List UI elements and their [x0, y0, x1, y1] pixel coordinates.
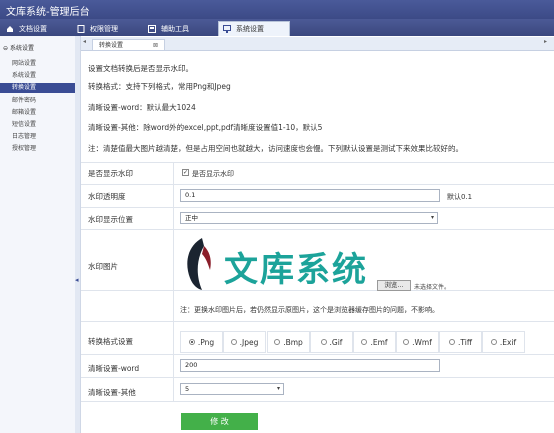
format-option[interactable]: .Gif [310, 331, 353, 353]
note-text: 设置文档转换后是否显示水印。 [88, 64, 193, 73]
tab-tools[interactable]: 辅助工具 [148, 21, 208, 36]
scroll-right-icon[interactable]: ▸ [544, 38, 547, 45]
sidebar-heading: ⊖ 系统设置 [3, 45, 34, 52]
divider [81, 207, 554, 208]
format-option-label: .Png [197, 337, 215, 347]
position-select[interactable]: 正中 ▾ [180, 212, 438, 224]
home-icon [6, 25, 14, 33]
other-select[interactable]: 5 ▾ [180, 383, 284, 395]
sidebar-item[interactable]: 日志管理 [0, 132, 75, 142]
radio-icon[interactable] [449, 339, 455, 345]
format-option[interactable]: .Bmp [267, 331, 310, 353]
format-option[interactable]: .Wmf [396, 331, 439, 353]
format-option-label: .Tiff [458, 337, 472, 347]
other-value: 5 [185, 385, 190, 393]
sidebar-item[interactable]: 短信设置 [0, 120, 75, 130]
divider [81, 162, 554, 163]
top-nav: 文档设置 权限管理 辅助工具 系统设置 [0, 19, 554, 36]
monitor-icon [223, 25, 231, 33]
tab-system-settings[interactable]: 系统设置 [218, 21, 290, 36]
tab-label: 辅助工具 [161, 24, 189, 33]
sidebar-item[interactable]: 授权管理 [0, 144, 75, 154]
sidebar: ⊖ 系统设置 网站设置 系统设置 转换设置 邮件密码 邮箱设置 短信设置 日志管… [0, 36, 76, 433]
file-status: 未选择文件。 [414, 284, 451, 291]
note-text: 注：清楚值最大图片越清楚，但是占用空间也就越大，访问速度也会慢。下列默认设置是测… [88, 144, 463, 153]
format-label: 转换格式设置 [88, 337, 133, 346]
page-tab-label: 转换设置 [99, 42, 124, 49]
app-title: 文库系统-管理后台 [6, 7, 90, 18]
format-option-label: .Gif [329, 337, 343, 347]
tab-label: 权限管理 [90, 24, 118, 33]
document-icon [77, 24, 85, 33]
radio-icon[interactable] [320, 339, 327, 345]
opacity-hint: 默认0.1 [447, 193, 473, 201]
tab-documents[interactable]: 文档设置 [6, 21, 66, 36]
close-icon[interactable]: ⊠ [153, 40, 158, 51]
tool-icon [148, 24, 156, 33]
format-option-label: .Jpeg [239, 337, 259, 347]
note-text: 清晰设置-word：默认最大1024 [88, 103, 196, 112]
divider [81, 377, 554, 378]
note-text: 清晰设置-其他：除word外的excel,ppt,pdf清晰度设置值1-10，默… [88, 123, 323, 132]
format-option[interactable]: .Tiff [439, 331, 482, 353]
radio-icon[interactable] [230, 339, 237, 345]
submit-button[interactable]: 修 改 [181, 413, 258, 430]
sidebar-item[interactable]: 系统设置 [0, 71, 75, 81]
logo-text: 文库系统 [224, 250, 368, 290]
tab-label: 系统设置 [236, 25, 264, 33]
radio-icon[interactable] [188, 339, 195, 345]
tab-permissions[interactable]: 权限管理 [77, 21, 137, 36]
watermark-checkbox[interactable]: ✓ [182, 169, 189, 176]
page-tab-strip: ◂ 转换设置 ⊠ ▸ [81, 37, 554, 51]
format-option-label: .Exif [499, 337, 517, 347]
radio-icon[interactable] [490, 339, 497, 345]
divider [81, 401, 554, 402]
opacity-input[interactable]: 0.1 [180, 189, 440, 202]
image-note: 注：更换水印图片后，若仍然显示原图片，这个是浏览器缓存图片的问题，不影响。 [180, 306, 439, 314]
column-divider [173, 321, 174, 401]
sidebar-item[interactable]: 邮件密码 [0, 96, 75, 106]
format-option-label: .Bmp [283, 337, 303, 347]
opacity-label: 水印透明度 [88, 192, 126, 201]
note-text: 转换格式：支持下列格式，常用Png和Jpeg [88, 82, 231, 91]
word-label: 清晰设置-word [88, 364, 140, 373]
format-option[interactable]: .Exif [482, 331, 525, 353]
format-option[interactable]: .Jpeg [223, 331, 266, 353]
format-option[interactable]: .Emf [353, 331, 396, 353]
radio-icon[interactable] [403, 339, 410, 345]
browse-button[interactable]: 浏览... [377, 280, 411, 291]
sidebar-item-active[interactable]: 转换设置 [0, 83, 75, 93]
title-bar: 文库系统-管理后台 [0, 0, 554, 19]
collapse-arrow-icon[interactable]: ◂ [75, 276, 80, 288]
format-option-label: .Wmf [412, 337, 432, 347]
radio-icon[interactable] [274, 339, 281, 345]
other-label: 清晰设置-其他 [88, 388, 136, 397]
watermark-checkbox-label: 是否显示水印 [192, 170, 234, 178]
sidebar-item[interactable]: 邮箱设置 [0, 108, 75, 118]
radio-icon[interactable] [361, 339, 368, 345]
logo-mark-icon [187, 238, 211, 290]
position-label: 水印显示位置 [88, 215, 133, 224]
chevron-down-icon: ▾ [276, 385, 280, 392]
tab-label: 文档设置 [19, 24, 47, 33]
scroll-left-icon[interactable]: ◂ [83, 38, 86, 45]
word-input[interactable]: 200 [180, 359, 440, 372]
watermark-image: 文库系统 [180, 234, 380, 300]
format-option-label: .Emf [370, 337, 388, 347]
watermark-show-label: 是否显示水印 [88, 169, 133, 178]
divider [81, 321, 554, 322]
chevron-down-icon: ▾ [430, 214, 434, 221]
divider [81, 354, 554, 355]
image-label: 水印图片 [88, 262, 118, 271]
sidebar-item[interactable]: 网站设置 [0, 59, 75, 69]
format-option[interactable]: .Png [180, 331, 223, 353]
page-tab[interactable]: 转换设置 ⊠ [92, 39, 165, 50]
divider [81, 184, 554, 185]
main-content: 设置文档转换后是否显示水印。 转换格式：支持下列格式，常用Png和Jpeg 清晰… [81, 51, 554, 433]
divider [81, 229, 554, 230]
position-value: 正中 [185, 214, 198, 222]
